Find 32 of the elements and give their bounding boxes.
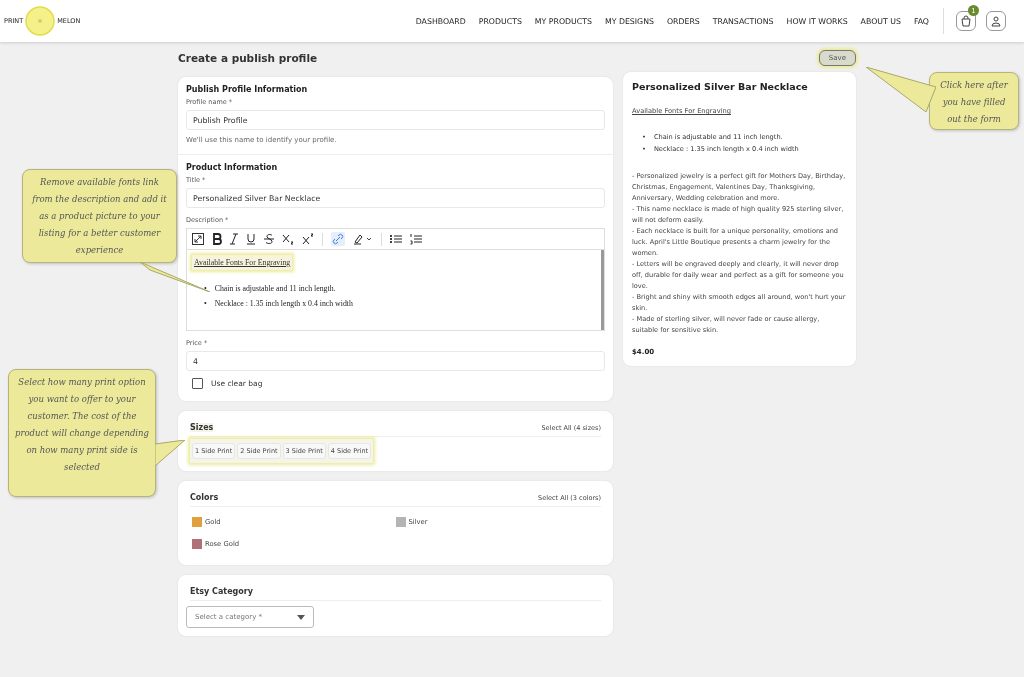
callout: Select how many print option you want to offer to your customer. The cost of the product will change depending on how many print side is selected [8, 369, 156, 497]
section-heading: Sizes [190, 423, 214, 432]
user-button[interactable] [986, 11, 1006, 31]
callout: Remove available fonts link from the description and add it as a product picture to your listing for a better customer experience [22, 169, 177, 263]
page-title: Create a publish profile [178, 52, 319, 64]
underline-icon[interactable] [246, 233, 256, 245]
subscript-icon[interactable] [282, 233, 294, 245]
expand-icon[interactable] [192, 233, 204, 245]
caret-icon [297, 614, 305, 620]
cart-button[interactable] [956, 11, 976, 31]
user-icon [990, 15, 1002, 27]
highlighter-icon[interactable] [353, 233, 373, 245]
color-swatch[interactable] [395, 517, 406, 527]
preview-title: Personalized Silver Bar Necklace [632, 81, 809, 92]
superscript-icon[interactable] [302, 233, 314, 245]
section-heading: Publish Profile Information [186, 85, 309, 94]
bag-icon [960, 15, 972, 27]
callout: Click here after you have filled out the form [929, 72, 1019, 130]
italic-icon[interactable] [230, 233, 238, 245]
section-heading: Product Information [186, 163, 279, 172]
checkbox[interactable] [192, 378, 203, 389]
link-icon[interactable] [331, 232, 345, 246]
section-heading: Etsy Category [190, 587, 253, 596]
strikethrough-icon[interactable] [264, 233, 274, 245]
color-swatch[interactable] [192, 539, 202, 549]
bold-icon[interactable] [212, 233, 222, 245]
section-heading: Colors [190, 493, 219, 502]
lemon-logo-icon [25, 6, 56, 36]
bullet-list-icon[interactable] [390, 233, 402, 245]
callout-pointer [866, 67, 936, 112]
color-swatch[interactable] [192, 517, 202, 527]
numbered-list-icon[interactable] [410, 233, 422, 245]
